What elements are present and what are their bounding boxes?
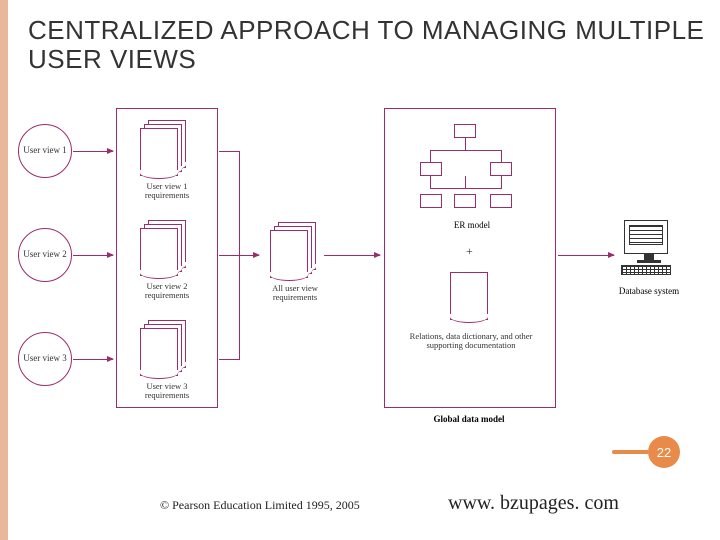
user-view-1: User view 1: [18, 124, 72, 178]
page-number-badge: 22: [648, 436, 680, 468]
connector-line: [239, 151, 240, 360]
global-model-caption: Global data model: [424, 414, 514, 424]
plus-icon: +: [466, 244, 473, 259]
supporting-label: Relations, data dictionary, and other su…: [396, 332, 546, 351]
doc-icon: [450, 272, 488, 320]
user-view-2: User view 2: [18, 228, 72, 282]
req-label-1: User view 1 requirements: [128, 182, 206, 201]
doc-stack-icon: [140, 220, 184, 274]
arrow-icon: [73, 151, 113, 152]
arrow-icon: [73, 255, 113, 256]
doc-stack-icon: [270, 222, 314, 276]
er-label: ER model: [442, 220, 502, 230]
req-label-2: User view 2 requirements: [128, 282, 206, 301]
copyright-text: © Pearson Education Limited 1995, 2005: [160, 498, 360, 513]
doc-stack-icon: [140, 320, 184, 374]
page-title: CENTRALIZED APPROACH TO MANAGING MULTIPL…: [28, 16, 720, 73]
source-url: www. bzupages. com: [448, 492, 619, 515]
doc-stack-icon: [140, 120, 184, 174]
connector-line: [219, 359, 239, 360]
req-label-3: User view 3 requirements: [128, 382, 206, 401]
computer-icon: [624, 220, 674, 275]
merged-req-label: All user view requirements: [256, 284, 334, 303]
accent-band: [0, 0, 8, 540]
user-view-3: User view 3: [18, 332, 72, 386]
arrow-icon: [324, 255, 380, 256]
diagram-area: User view 1 User view 2 User view 3 User…: [18, 108, 702, 428]
arrow-icon: [73, 359, 113, 360]
connector-line: [219, 151, 239, 152]
arrow-icon: [558, 255, 614, 256]
er-model-icon: [416, 124, 524, 216]
db-system-label: Database system: [616, 286, 682, 296]
